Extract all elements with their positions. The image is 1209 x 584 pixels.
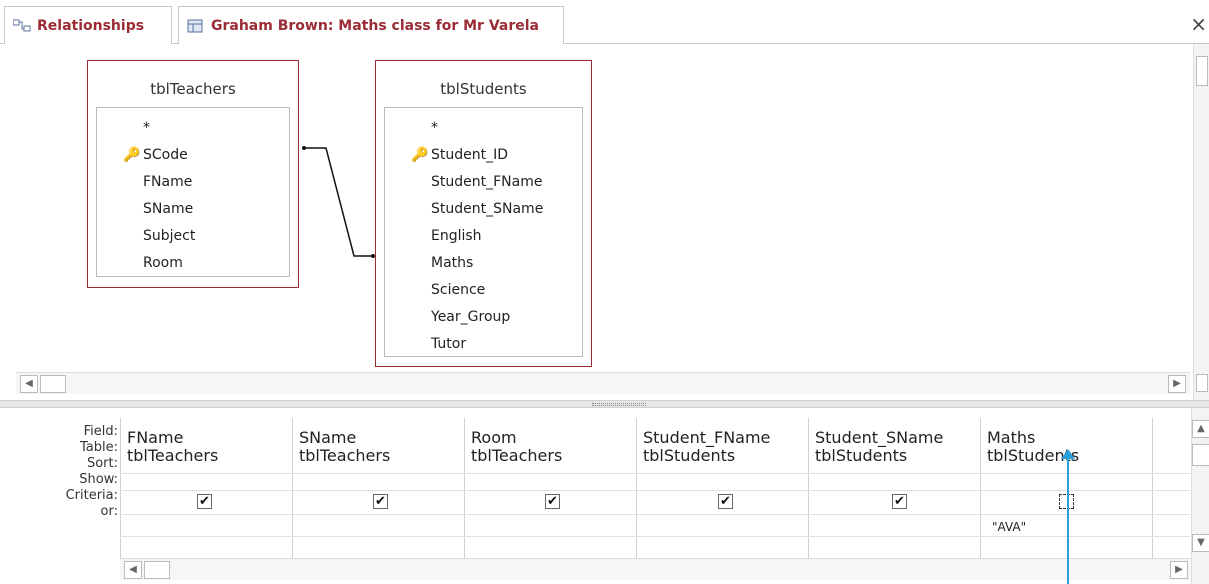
scroll-thumb[interactable] [1196,374,1208,392]
row-label-table: Table: [80,440,118,455]
row-label-criteria: Criteria: [65,488,118,503]
show-checkbox[interactable]: ✔ [373,494,388,509]
top-pane-vertical-scrollbar[interactable] [1193,44,1209,400]
field-cell[interactable]: Room [471,428,517,447]
scroll-thumb[interactable] [40,375,66,393]
grid-row-divider [120,490,1190,491]
scroll-thumb[interactable] [1192,444,1209,466]
field-cell[interactable]: Student_FName [643,428,770,447]
splitter-grip[interactable] [592,403,646,406]
table-cell[interactable]: tblTeachers [127,446,218,465]
field-cell[interactable]: Maths [987,428,1035,447]
pane-splitter[interactable] [0,400,1209,408]
field-cell[interactable]: SName [299,428,356,447]
top-pane-horizontal-scrollbar[interactable]: ◀ ▶ [16,372,1190,394]
annotation-arrow [1067,455,1069,584]
query-grid: FName tblTeachers SName tblTeachers Room… [120,418,1190,558]
grid-row-divider [120,536,1190,537]
criteria-cell[interactable]: "AVA" [992,520,1026,534]
field-cell[interactable]: FName [127,428,183,447]
row-label-field: Field: [83,424,118,439]
grid-column[interactable]: SName tblTeachers [293,418,465,558]
field-cell[interactable]: Student_SName [815,428,943,447]
table-cell[interactable]: tblTeachers [299,446,390,465]
grid-row-divider [120,473,1190,474]
scroll-thumb[interactable] [144,561,170,579]
annotation-arrowhead [1061,449,1075,459]
row-label-sort: Sort: [86,456,118,471]
scroll-thumb[interactable] [1196,56,1208,86]
scroll-left-icon[interactable]: ◀ [124,561,142,579]
show-checkbox[interactable]: ✔ [197,494,212,509]
row-label-or: or: [100,504,118,519]
scroll-right-icon[interactable]: ▶ [1168,375,1186,393]
scroll-left-icon[interactable]: ◀ [20,375,38,393]
grid-column[interactable]: Student_FName tblStudents [637,418,809,558]
grid-row-labels: Field: Table: Sort: Show: Criteria: or: [60,424,118,520]
grid-vertical-scrollbar[interactable]: ▲ ▼ [1191,408,1209,584]
query-design-grid-pane: Field: Table: Sort: Show: Criteria: or: … [0,408,1209,584]
grid-row-divider [120,514,1190,515]
show-checkbox[interactable]: ✔ [892,494,907,509]
grid-column[interactable]: FName tblTeachers [121,418,293,558]
grid-horizontal-scrollbar[interactable]: ◀ ▶ [120,558,1192,580]
grid-column[interactable]: Room tblTeachers [465,418,637,558]
scroll-up-icon[interactable]: ▲ [1192,420,1209,438]
scroll-right-icon[interactable]: ▶ [1170,561,1188,579]
access-query-designer: Relationships Graham Brown: Maths class … [0,0,1209,584]
table-cell[interactable]: tblStudents [643,446,735,465]
scroll-down-icon[interactable]: ▼ [1192,534,1209,552]
show-checkbox[interactable]: ✔ [545,494,560,509]
table-cell[interactable]: tblStudents [815,446,907,465]
table-cell[interactable]: tblTeachers [471,446,562,465]
row-label-show: Show: [79,472,118,487]
grid-column[interactable]: Student_SName tblStudents [809,418,981,558]
show-checkbox[interactable]: ✔ [718,494,733,509]
